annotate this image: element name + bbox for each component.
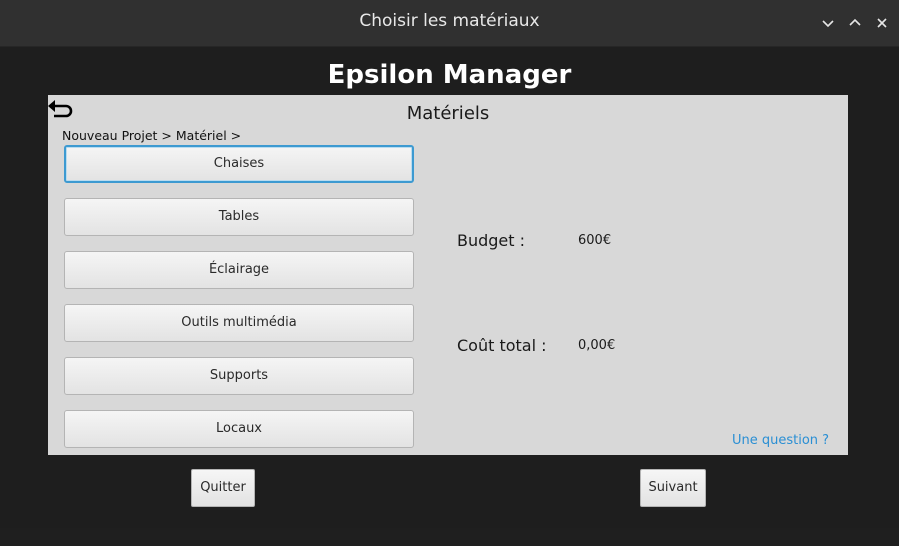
maximize-button[interactable]: [846, 14, 864, 32]
app-title: Epsilon Manager: [327, 60, 572, 90]
chevron-down-icon: [822, 20, 834, 28]
quit-button[interactable]: Quitter: [191, 469, 255, 507]
locaux-button[interactable]: Locaux: [64, 410, 414, 448]
materials-panel: Matériels Nouveau Projet > Matériel > Ch…: [48, 95, 848, 455]
budget-value: 600€: [578, 233, 612, 248]
eclairage-button[interactable]: Éclairage: [64, 251, 414, 289]
tables-button[interactable]: Tables: [64, 198, 414, 236]
panel-title: Matériels: [406, 103, 490, 124]
close-icon: [877, 18, 887, 28]
app-window: Choisir les matériaux Epsilon Manager Ma…: [0, 0, 899, 528]
chevron-up-icon: [849, 18, 861, 26]
total-cost-label: Coût total :: [457, 336, 547, 355]
title-bar: Choisir les matériaux: [0, 0, 899, 47]
chaises-button[interactable]: Chaises: [64, 145, 414, 183]
close-button[interactable]: [873, 14, 891, 32]
breadcrumb: Nouveau Projet > Matériel >: [62, 128, 242, 143]
minimize-button[interactable]: [819, 14, 837, 32]
total-cost-value: 0,00€: [578, 338, 616, 353]
next-button[interactable]: Suivant: [640, 469, 706, 507]
budget-label: Budget :: [457, 231, 526, 250]
help-link[interactable]: Une question ?: [732, 433, 829, 448]
supports-button[interactable]: Supports: [64, 357, 414, 395]
window-title: Choisir les matériaux: [359, 11, 540, 31]
outils-multimedia-button[interactable]: Outils multimédia: [64, 304, 414, 342]
